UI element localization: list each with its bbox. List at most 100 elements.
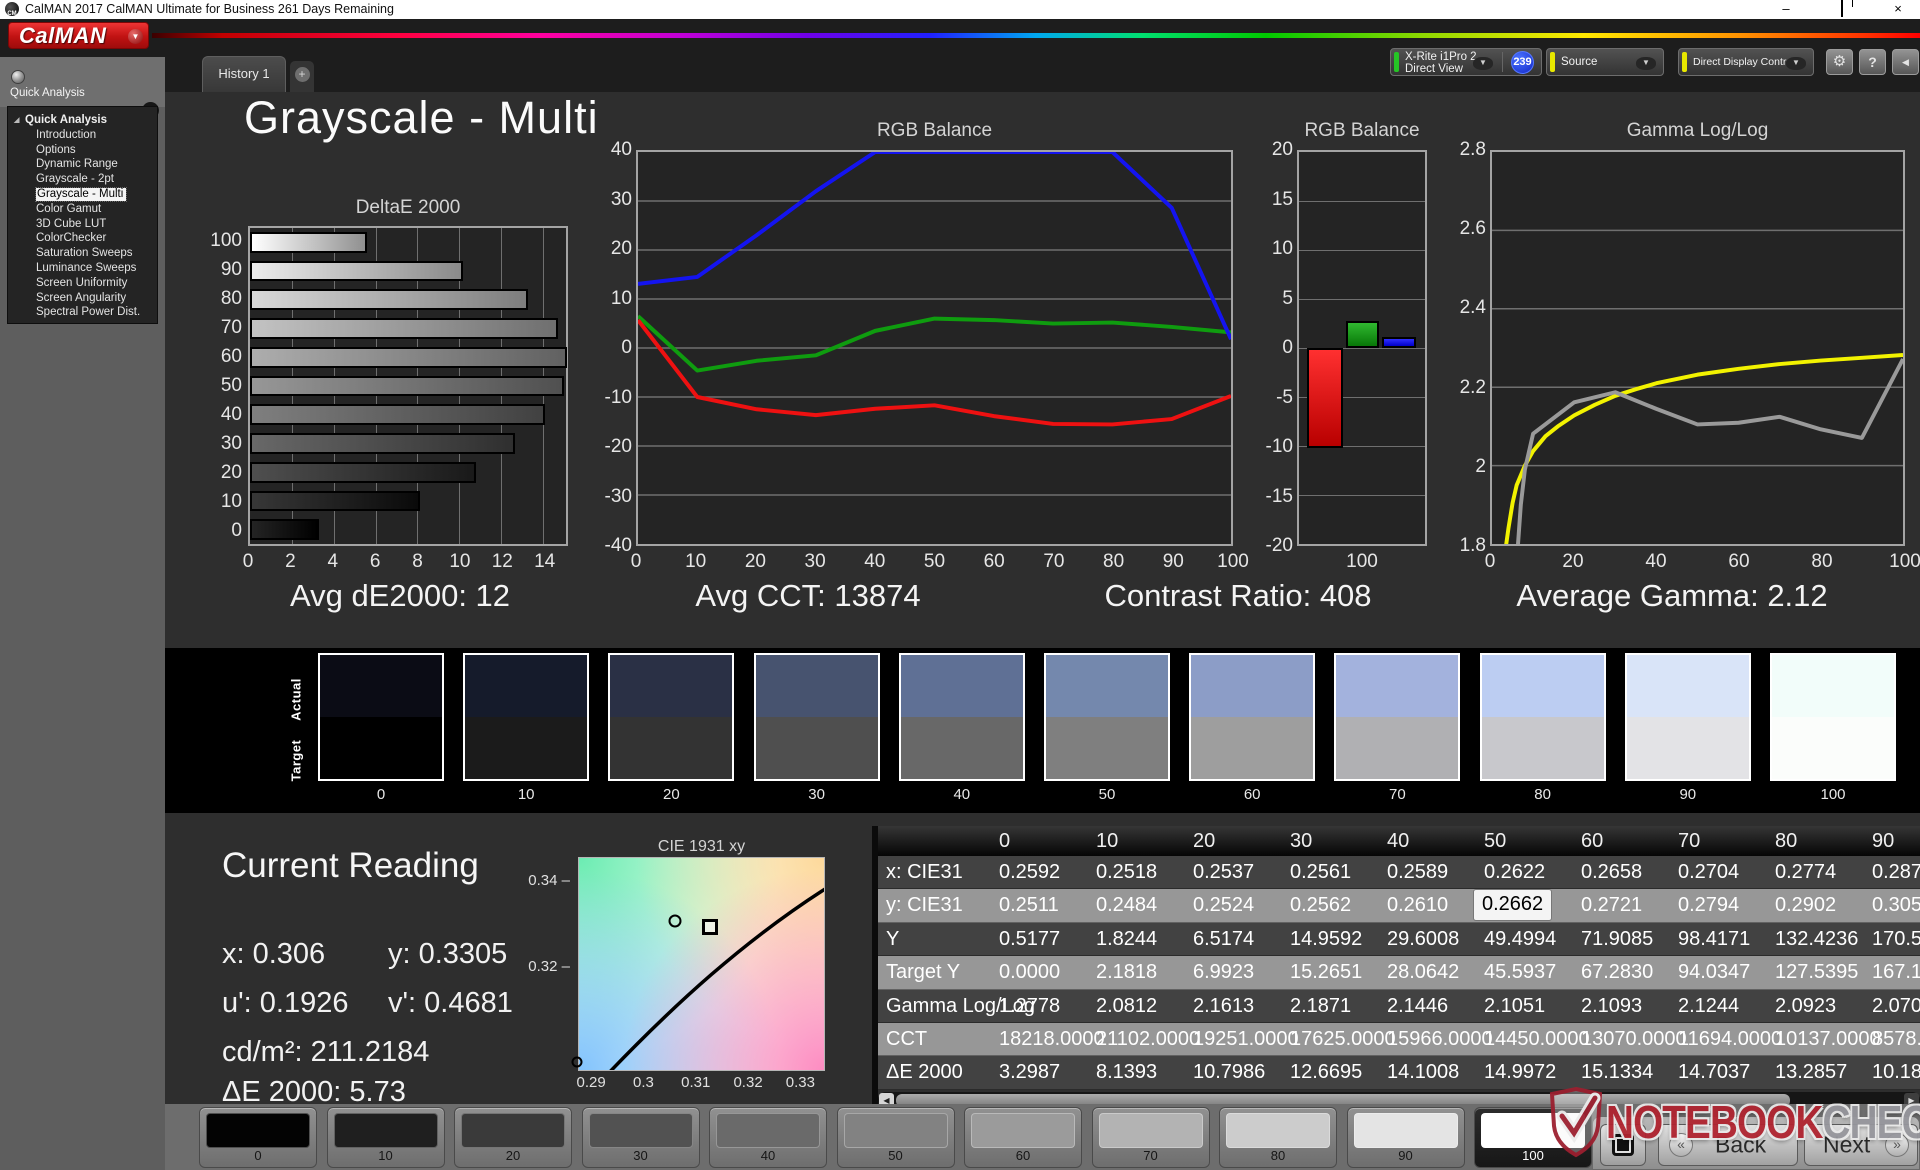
table-cell[interactable]: 19251.0000 [1193, 1023, 1299, 1056]
table-cell[interactable]: 49.4994 [1484, 923, 1556, 956]
table-cell[interactable]: 0.2704 [1678, 856, 1739, 889]
level-patch-button-50[interactable]: 50 [836, 1107, 955, 1168]
table-cell[interactable]: 21102.0000 [1096, 1023, 1200, 1056]
meter-dropdown[interactable]: X-Rite i1Pro 2 Direct View ▼ 239 [1390, 48, 1542, 76]
table-cell[interactable]: 3.2987 [999, 1056, 1060, 1089]
table-cell[interactable]: 2.0706 [1872, 990, 1920, 1023]
table-cell[interactable]: 1.2778 [999, 990, 1060, 1023]
table-cell[interactable]: 0.2511 [999, 889, 1059, 922]
table-cell[interactable]: 10137.0000 [1775, 1023, 1881, 1056]
table-cell[interactable]: 1.8244 [1096, 923, 1157, 956]
table-cell[interactable]: 14.9592 [1290, 923, 1362, 956]
table-cell[interactable]: 12.6695 [1290, 1056, 1362, 1089]
table-cell[interactable]: 8.1393 [1096, 1056, 1157, 1089]
sidebar-item-root[interactable]: Quick Analysis [8, 113, 157, 129]
close-button[interactable]: × [1876, 0, 1920, 19]
meter-count-badge[interactable]: 239 [1511, 51, 1534, 74]
table-cell[interactable]: 2.1093 [1581, 990, 1642, 1023]
table-cell[interactable]: 0.2876 [1872, 856, 1920, 889]
sidebar-item-grayscale-2pt[interactable]: Grayscale - 2pt [8, 172, 157, 187]
table-cell[interactable]: 0.2537 [1193, 856, 1254, 889]
table-cell[interactable]: 0.2794 [1678, 889, 1739, 922]
table-cell[interactable]: 0.2622 [1484, 856, 1545, 889]
table-cell[interactable]: 14.1008 [1387, 1056, 1459, 1089]
table-cell[interactable]: 0.2561 [1290, 856, 1351, 889]
table-cell[interactable]: 2.1613 [1193, 990, 1254, 1023]
workflow-radio-icon[interactable] [11, 70, 25, 84]
table-cell[interactable]: 11694.0000 [1678, 1023, 1782, 1056]
sidebar-item-spectral-power-dist-[interactable]: Spectral Power Dist. [8, 305, 157, 320]
sidebar-item-screen-angularity[interactable]: Screen Angularity [8, 291, 157, 306]
table-cell[interactable]: 0.2592 [999, 856, 1060, 889]
table-cell[interactable]: 6.9923 [1193, 956, 1254, 989]
sidebar-item-screen-uniformity[interactable]: Screen Uniformity [8, 276, 157, 291]
level-patch-button-20[interactable]: 20 [454, 1107, 572, 1168]
add-tab-button[interactable]: + [290, 61, 314, 92]
table-cell[interactable]: 2.0923 [1775, 990, 1836, 1023]
table-cell[interactable]: 2.1818 [1096, 956, 1157, 989]
level-patch-button-80[interactable]: 80 [1219, 1107, 1337, 1168]
display-control-dropdown[interactable]: Direct Display Control ▼ [1678, 48, 1814, 76]
table-cell[interactable]: 0.2774 [1775, 856, 1836, 889]
table-cell[interactable]: 15.2651 [1290, 956, 1362, 989]
table-cell[interactable]: 13070.0000 [1581, 1023, 1687, 1056]
level-patch-button-40[interactable]: 40 [709, 1107, 827, 1168]
restore-button[interactable] [1820, 0, 1864, 19]
table-cell[interactable]: 167.136 [1872, 956, 1920, 989]
level-patch-button-10[interactable]: 10 [326, 1107, 445, 1168]
source-dropdown[interactable]: Source ▼ [1546, 48, 1664, 76]
table-cell[interactable]: 45.5937 [1484, 956, 1556, 989]
table-cell[interactable]: 29.6008 [1387, 923, 1459, 956]
table-cell[interactable]: 67.2830 [1581, 956, 1653, 989]
table-cell[interactable]: 0.2662 [1474, 890, 1552, 920]
help-button[interactable]: ? [1859, 49, 1886, 75]
table-cell[interactable]: 17625.0000 [1290, 1023, 1396, 1056]
table-cell[interactable]: 170.586 [1872, 923, 1920, 956]
level-patch-button-60[interactable]: 60 [964, 1107, 1082, 1168]
table-cell[interactable]: 98.4171 [1678, 923, 1750, 956]
sidebar-item-saturation-sweeps[interactable]: Saturation Sweeps [8, 246, 157, 261]
level-patch-button-90[interactable]: 90 [1346, 1107, 1465, 1168]
table-cell[interactable]: 0.2721 [1581, 889, 1642, 922]
table-cell[interactable]: 2.1051 [1484, 990, 1545, 1023]
table-cell[interactable]: 0.0000 [999, 956, 1060, 989]
table-cell[interactable]: 8578.00 [1872, 1023, 1920, 1056]
table-cell[interactable]: 2.1446 [1387, 990, 1448, 1023]
tab-history-1[interactable]: History 1 [202, 56, 286, 92]
table-cell[interactable]: 0.3052 [1872, 889, 1920, 922]
level-patch-button-70[interactable]: 70 [1091, 1107, 1210, 1168]
table-cell[interactable]: 0.2562 [1290, 889, 1351, 922]
table-cell[interactable]: 18218.0000 [999, 1023, 1105, 1056]
table-cell[interactable]: 14450.0000 [1484, 1023, 1590, 1056]
table-cell[interactable]: 94.0347 [1678, 956, 1750, 989]
sidebar-item-options[interactable]: Options [8, 143, 157, 158]
table-cell[interactable]: 0.2484 [1096, 889, 1157, 922]
table-cell[interactable]: 14.9972 [1484, 1056, 1556, 1089]
sidebar-item-luminance-sweeps[interactable]: Luminance Sweeps [8, 261, 157, 276]
table-cell[interactable]: 0.5177 [999, 923, 1060, 956]
table-cell[interactable]: 0.2902 [1775, 889, 1836, 922]
sidebar-item-grayscale-multi[interactable]: Grayscale - Multi [8, 186, 157, 202]
minimize-button[interactable]: – [1764, 0, 1808, 19]
level-patch-button-30[interactable]: 30 [581, 1107, 700, 1168]
table-cell[interactable]: 0.2589 [1387, 856, 1448, 889]
sidebar-item-colorchecker[interactable]: ColorChecker [8, 231, 157, 246]
table-cell[interactable]: 10.7986 [1193, 1056, 1265, 1089]
table-cell[interactable]: 0.2518 [1096, 856, 1157, 889]
table-cell[interactable]: 2.1871 [1290, 990, 1351, 1023]
table-cell[interactable]: 0.2658 [1581, 856, 1642, 889]
table-cell[interactable]: 132.4236 [1775, 923, 1858, 956]
table-cell[interactable]: 127.5395 [1775, 956, 1858, 989]
table-cell[interactable]: 0.2610 [1387, 889, 1448, 922]
sidebar-item-dynamic-range[interactable]: Dynamic Range [8, 157, 157, 172]
sidebar-item-3d-cube-lut[interactable]: 3D Cube LUT [8, 217, 157, 232]
calman-logo-button[interactable]: CalMAN ▼ [8, 22, 149, 49]
table-cell[interactable]: 2.1244 [1678, 990, 1739, 1023]
settings-button[interactable]: ⚙ [1826, 49, 1853, 75]
panel-collapse-button[interactable]: ◀ [1892, 49, 1919, 75]
table-cell[interactable]: 15966.0000 [1387, 1023, 1493, 1056]
sidebar-item-color-gamut[interactable]: Color Gamut [8, 202, 157, 217]
sidebar-item-introduction[interactable]: Introduction [8, 128, 157, 143]
table-cell[interactable]: 0.2524 [1193, 889, 1254, 922]
table-cell[interactable]: 2.0812 [1096, 990, 1157, 1023]
